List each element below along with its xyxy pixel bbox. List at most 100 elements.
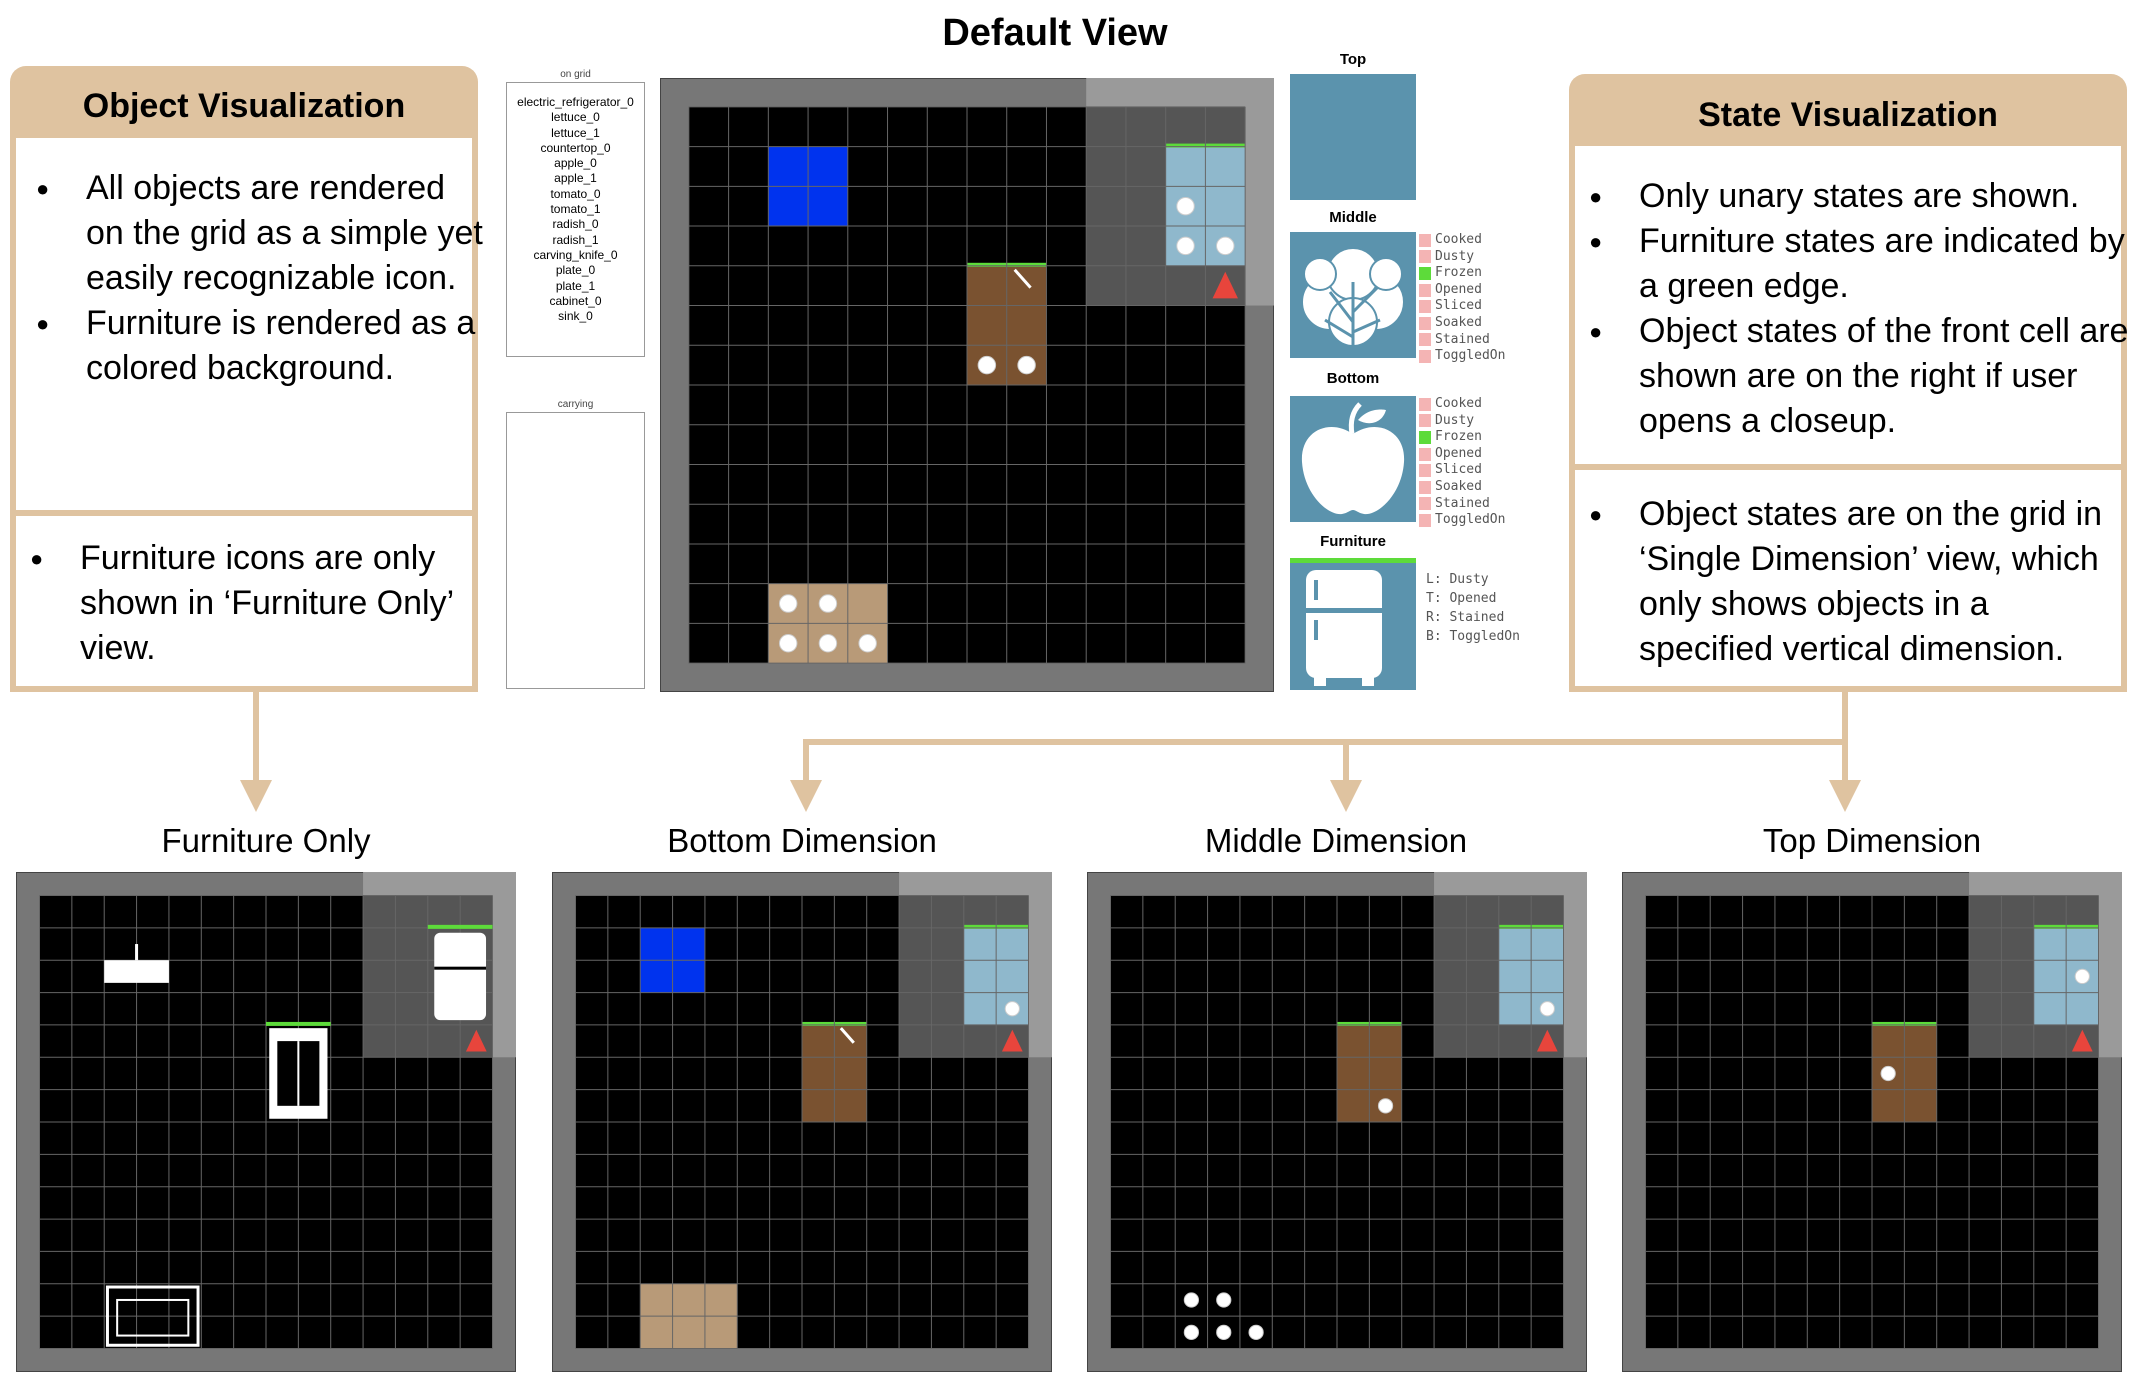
plate-icon (1377, 1098, 1394, 1114)
state-label: Soaked (1435, 478, 1482, 494)
closeup-top-cell (1290, 74, 1416, 200)
state-indicator (1419, 480, 1431, 494)
sink-icon (104, 960, 169, 983)
state-label: Sliced (1435, 462, 1482, 478)
state-bullets: Only unary states are shown.Furniture st… (1569, 174, 2129, 444)
radish-icon (818, 634, 838, 653)
state-row: ToggledOn (1419, 348, 1529, 365)
state-indicator (1419, 316, 1431, 330)
middle-dimension-grid[interactable] (1087, 872, 1587, 1372)
bullet-item: Furniture icons are only shown in ‘Furni… (30, 536, 480, 671)
state-row: Frozen (1419, 429, 1529, 446)
plate-icon (1017, 355, 1036, 375)
state-row: Opened (1419, 446, 1529, 463)
bottom-dimension-grid[interactable] (552, 872, 1052, 1372)
state-indicator (1419, 447, 1431, 461)
radish-icon (1183, 1324, 1200, 1340)
lettuce-icon (1539, 1001, 1555, 1017)
closeup-furniture-label: Furniture (1320, 533, 1386, 550)
furniture-state-label: T: Opened (1426, 591, 1497, 606)
state-label: Cooked (1435, 232, 1482, 247)
on-grid-list: electric_refrigerator_0 lettuce_0 lettuce_… (507, 83, 644, 324)
furniture-only-title: Furniture Only (161, 822, 371, 859)
furniture-only-grid[interactable] (16, 872, 516, 1372)
bullet-item: All objects are rendered on the grid as … (36, 166, 486, 301)
top-dimension-grid[interactable] (1622, 872, 2122, 1372)
tomato-icon (2074, 968, 2090, 985)
on-grid-item: tomato_1 (550, 202, 601, 217)
apple-icon (1176, 196, 1195, 216)
radish-icon (778, 634, 798, 653)
state-label: ToggledOn (1435, 512, 1506, 528)
state-panel-title: State Visualization (1569, 74, 2127, 144)
furniture-state-label: L: Dusty (1426, 572, 1489, 587)
state-row: Stained (1419, 332, 1529, 349)
state-label: Stained (1435, 495, 1490, 511)
state-indicator (1419, 333, 1431, 347)
bullet-item: Furniture states are indicated by a gree… (1589, 219, 2129, 309)
object-bullets: All objects are rendered on the grid as … (16, 166, 486, 391)
state-row: Sliced (1419, 462, 1529, 479)
on-grid-item: lettuce_0 (551, 110, 600, 125)
state-label: Frozen (1435, 265, 1482, 281)
top-dimension-title: Top Dimension (1762, 822, 1982, 859)
apple-icon (1290, 396, 1416, 522)
closeup-top-label: Top (1339, 51, 1367, 68)
bottom-states-list: Cooked Dusty Frozen Opened Sliced Soaked Stain… (1419, 396, 1529, 529)
state-label: Stained (1435, 331, 1490, 347)
on-grid-caption: on grid (560, 69, 591, 80)
bottom-dimension-title: Bottom Dimension (667, 822, 937, 859)
apple-icon (1183, 1292, 1200, 1308)
state-row: Sliced (1419, 298, 1529, 315)
state-indicator (1419, 464, 1431, 478)
tomato-icon (1176, 236, 1195, 256)
state-indicator (1419, 283, 1431, 297)
on-grid-item: sink_0 (558, 309, 593, 324)
state-indicator (1419, 300, 1431, 314)
state-indicator (1419, 497, 1431, 511)
state-label: Opened (1435, 445, 1482, 461)
on-grid-item: apple_0 (554, 156, 597, 171)
on-grid-item: countertop_0 (540, 140, 611, 155)
state-row: Dusty (1419, 413, 1529, 430)
bullet-item: Object states of the front cell are show… (1589, 309, 2129, 444)
state-indicator (1419, 430, 1431, 444)
object-panel-title: Object Visualization (10, 66, 478, 136)
state-label: Opened (1435, 281, 1482, 297)
object-divider (16, 510, 472, 516)
plate-icon (977, 355, 997, 375)
state-indicator (1419, 266, 1431, 280)
on-grid-item: carving_knife_0 (533, 247, 618, 262)
on-grid-item: apple_1 (554, 171, 597, 186)
on-grid-item: radish_0 (552, 217, 599, 232)
state-bullets-2: Object states are on the grid in ‘Single… (1569, 492, 2129, 672)
middle-states-list: Cooked Dusty Frozen Opened Sliced Soaked Stain… (1419, 232, 1529, 365)
state-row: Frozen (1419, 265, 1529, 282)
closeup-bottom-label: Bottom (1326, 370, 1380, 387)
state-label: Frozen (1435, 429, 1482, 445)
lettuce-icon (858, 634, 877, 653)
state-indicator (1419, 513, 1431, 527)
apple-icon (818, 594, 838, 613)
state-panel: Only unary states are shown.Furniture st… (1569, 140, 2129, 692)
on-grid-item: cabinet_0 (549, 293, 602, 308)
furniture-state-label: B: ToggledOn (1426, 629, 1520, 644)
on-grid-item: plate_0 (555, 263, 596, 278)
fridge-divider (434, 966, 487, 970)
furniture-state-label: R: Stained (1426, 610, 1505, 625)
state-indicator (1419, 250, 1431, 264)
fridge-icon (434, 932, 487, 1021)
on-grid-item: lettuce_1 (551, 125, 600, 140)
on-grid-item: tomato_0 (550, 186, 601, 201)
radish-icon (1216, 1324, 1232, 1340)
state-row: Stained (1419, 496, 1529, 513)
default-grid-view[interactable] (660, 78, 1274, 692)
lettuce-icon (1290, 232, 1416, 358)
state-row: Dusty (1419, 249, 1529, 266)
on-grid-item: radish_1 (552, 232, 599, 247)
apple-icon (1004, 1001, 1020, 1017)
state-indicator (1419, 414, 1431, 428)
lettuce-icon (1216, 236, 1235, 256)
lettuce-icon (1248, 1324, 1264, 1340)
bullet-item: Object states are on the grid in ‘Single… (1589, 492, 2129, 672)
